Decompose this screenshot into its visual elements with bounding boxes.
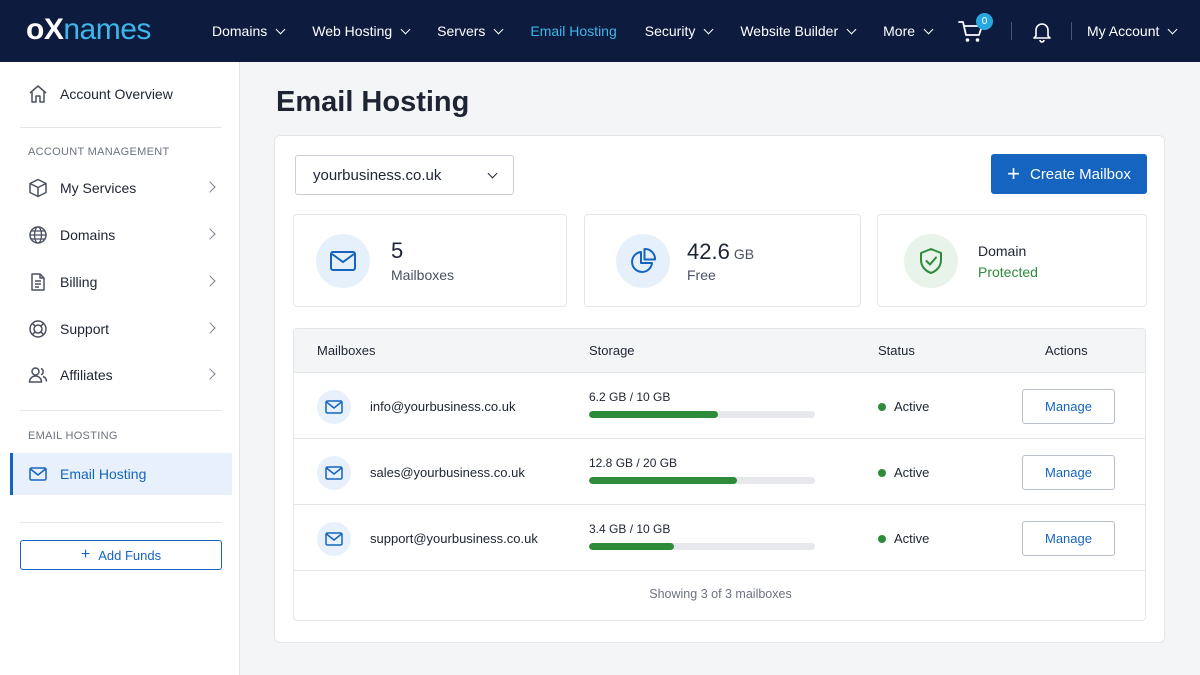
- table-header: Mailboxes Storage Status Actions: [294, 329, 1145, 373]
- chevron-right-icon: [204, 322, 216, 334]
- column-header-status: Status: [878, 343, 915, 358]
- mailbox-address: support@yourbusiness.co.uk: [370, 531, 538, 546]
- mailbox-address: sales@yourbusiness.co.uk: [370, 465, 525, 480]
- status-dot: [878, 469, 886, 477]
- column-header-mailboxes: Mailboxes: [317, 343, 376, 358]
- sidebar-item-domains[interactable]: Domains: [10, 214, 232, 256]
- mail-icon: [317, 390, 351, 424]
- domain-select[interactable]: yourbusiness.co.uk: [295, 155, 514, 195]
- nav-item-servers[interactable]: Servers: [437, 23, 504, 39]
- chevron-right-icon: [204, 228, 216, 240]
- bell-icon[interactable]: [1032, 21, 1052, 43]
- users-icon: [28, 365, 48, 385]
- chevron-down-icon: [703, 24, 714, 34]
- storage-free-label: Free: [687, 267, 716, 283]
- nav-item-email-hosting[interactable]: Email Hosting: [530, 23, 616, 39]
- divider: [1011, 22, 1012, 40]
- column-header-storage: Storage: [589, 343, 635, 358]
- mailbox-address: info@yourbusiness.co.uk: [370, 399, 516, 414]
- nav-item-website-builder[interactable]: Website Builder: [740, 23, 857, 39]
- create-mailbox-button[interactable]: + Create Mailbox: [991, 154, 1147, 194]
- nav-item-domains[interactable]: Domains: [212, 23, 286, 39]
- chevron-right-icon: [204, 181, 216, 193]
- storage-usage-text: 3.4 GB / 10 GB: [589, 522, 671, 536]
- home-icon: [28, 84, 48, 104]
- my-account-menu[interactable]: My Account: [1087, 23, 1178, 39]
- sidebar-item-billing[interactable]: Billing: [10, 261, 232, 303]
- nav-item-security[interactable]: Security: [645, 23, 714, 39]
- storage-free-value: 42.6 GB: [687, 239, 755, 264]
- storage-stat-card: 42.6 GB Free: [584, 214, 861, 307]
- chevron-down-icon: [275, 24, 286, 34]
- sidebar-item-my-services[interactable]: My Services: [10, 167, 232, 209]
- mailboxes-stat-card: 5 Mailboxes: [293, 214, 567, 307]
- manage-button[interactable]: Manage: [1022, 521, 1115, 556]
- storage-usage-bar: [589, 477, 815, 484]
- sidebar-item-support[interactable]: Support: [10, 308, 232, 350]
- chevron-down-icon: [493, 24, 504, 34]
- email-hosting-panel: yourbusiness.co.uk + Create Mailbox 5 Ma…: [274, 135, 1165, 643]
- mail-icon: [317, 522, 351, 556]
- mailboxes-count: 5: [391, 238, 404, 263]
- chevron-right-icon: [204, 368, 216, 380]
- table-row: support@yourbusiness.co.uk 3.4 GB / 10 G…: [294, 505, 1145, 571]
- domain-label: Domain: [978, 243, 1027, 259]
- pie-chart-icon: [616, 234, 670, 288]
- add-funds-button[interactable]: + Add Funds: [20, 540, 222, 570]
- table-footer-count: Showing 3 of 3 mailboxes: [649, 587, 792, 601]
- sidebar-item-affiliates[interactable]: Affiliates: [10, 354, 232, 396]
- domain-status: Protected: [978, 264, 1038, 280]
- plus-icon: +: [80, 546, 91, 563]
- chevron-right-icon: [204, 275, 216, 287]
- mail-icon: [28, 464, 48, 484]
- sidebar-divider: [20, 522, 222, 523]
- mailboxes-label: Mailboxes: [391, 267, 455, 283]
- storage-usage-bar: [589, 411, 815, 418]
- chevron-down-icon: [923, 24, 934, 34]
- storage-usage-bar: [589, 543, 815, 550]
- status-dot: [878, 535, 886, 543]
- document-icon: [28, 272, 48, 292]
- status-text: Active: [894, 531, 930, 546]
- sidebar-divider: [20, 410, 222, 411]
- sidebar-section-label: EMAIL HOSTING: [28, 430, 118, 442]
- plus-icon: +: [1007, 161, 1020, 186]
- status-text: Active: [894, 465, 930, 480]
- mail-icon: [317, 456, 351, 490]
- main-nav: Domains Web Hosting Servers Email Hostin…: [212, 0, 960, 62]
- cart-count-badge: 0: [976, 13, 993, 30]
- sidebar-item-account-overview[interactable]: Account Overview: [10, 73, 232, 115]
- status-dot: [878, 403, 886, 411]
- chevron-down-icon: [400, 24, 411, 34]
- sidebar: Account Overview ACCOUNT MANAGEMENT My S…: [0, 62, 240, 675]
- storage-usage-text: 12.8 GB / 20 GB: [589, 456, 678, 470]
- manage-button[interactable]: Manage: [1022, 455, 1115, 490]
- nav-item-more[interactable]: More: [883, 23, 934, 39]
- page-title: Email Hosting: [276, 86, 470, 118]
- column-header-actions: Actions: [1045, 343, 1088, 358]
- table-row: sales@yourbusiness.co.uk 12.8 GB / 20 GB…: [294, 439, 1145, 505]
- mail-icon: [316, 234, 370, 288]
- domain-protection-card: Domain Protected: [877, 214, 1147, 307]
- brand-logo[interactable]: oXnames: [26, 12, 151, 48]
- lifebuoy-icon: [28, 319, 48, 339]
- divider: [1071, 22, 1072, 40]
- box-icon: [28, 178, 48, 198]
- mailboxes-table: Mailboxes Storage Status Actions info@yo…: [293, 328, 1146, 621]
- sidebar-item-email-hosting[interactable]: Email Hosting: [10, 453, 232, 495]
- top-navigation-bar: oXnames Domains Web Hosting Servers Emai…: [0, 0, 1200, 62]
- globe-icon: [28, 225, 48, 245]
- chevron-down-icon: [846, 24, 857, 34]
- manage-button[interactable]: Manage: [1022, 389, 1115, 424]
- storage-usage-text: 6.2 GB / 10 GB: [589, 390, 671, 404]
- chevron-down-icon: [1167, 24, 1178, 34]
- sidebar-divider: [20, 127, 222, 128]
- shield-check-icon: [904, 234, 958, 288]
- table-row: info@yourbusiness.co.uk 6.2 GB / 10 GB A…: [294, 373, 1145, 439]
- status-text: Active: [894, 399, 930, 414]
- sidebar-section-label: ACCOUNT MANAGEMENT: [28, 146, 170, 158]
- nav-item-web-hosting[interactable]: Web Hosting: [312, 23, 411, 39]
- chevron-down-icon: [487, 168, 498, 179]
